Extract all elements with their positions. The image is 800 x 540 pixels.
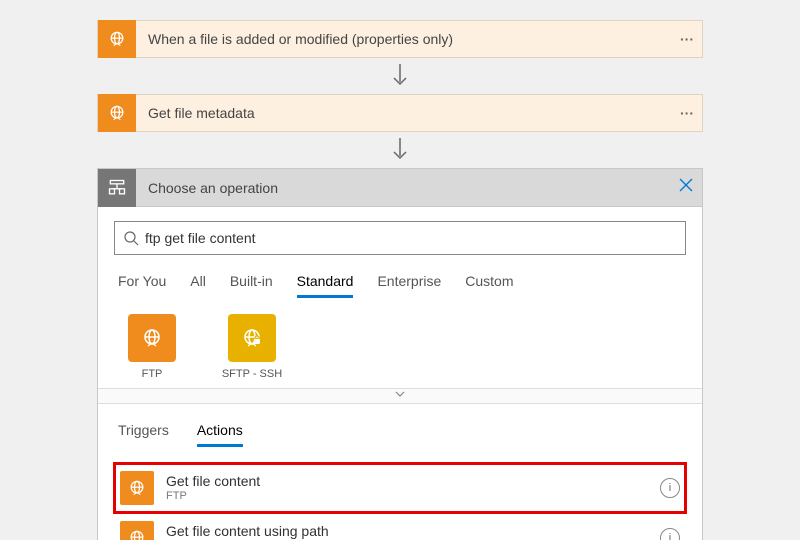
tab-for-you[interactable]: For You [118, 273, 166, 298]
operation-icon [98, 169, 136, 207]
ftp-icon [98, 94, 136, 132]
choose-operation-panel: Choose an operation For You All Built-in St… [97, 168, 703, 540]
step-title: Get file metadata [136, 105, 672, 121]
panel-title: Choose an operation [136, 180, 670, 196]
flow-step-trigger[interactable]: When a file is added or modified (proper… [97, 20, 703, 58]
flow-step-action[interactable]: Get file metadata ··· [97, 94, 703, 132]
search-input[interactable] [139, 230, 677, 246]
connector-sftp[interactable]: SFTP - SSH [218, 314, 286, 380]
close-button[interactable] [670, 178, 702, 197]
tab-built-in[interactable]: Built-in [230, 273, 273, 298]
tab-custom[interactable]: Custom [465, 273, 513, 298]
action-text: Get file contentFTP [154, 473, 660, 503]
subtab-actions[interactable]: Actions [197, 422, 243, 447]
step-title: When a file is added or modified (proper… [136, 31, 672, 47]
action-text: Get file content using pathFTP [154, 523, 660, 540]
ftp-icon [98, 20, 136, 58]
info-icon[interactable]: i [660, 528, 680, 540]
expand-chevron[interactable] [98, 388, 702, 404]
search-icon [123, 230, 139, 246]
connector-ftp[interactable]: FTP [118, 314, 186, 380]
ftp-icon [120, 471, 154, 505]
ftp-icon [128, 314, 176, 362]
subtab-triggers[interactable]: Triggers [118, 422, 169, 447]
tab-standard[interactable]: Standard [297, 273, 354, 298]
sftp-icon [228, 314, 276, 362]
connector-grid: FTP SFTP - SSH [114, 298, 686, 388]
ftp-icon [120, 521, 154, 540]
connector-label: SFTP - SSH [222, 368, 282, 380]
trigger-action-tabs: Triggers Actions [114, 422, 686, 447]
action-get-file-content-using-path[interactable]: Get file content using pathFTPi [114, 513, 686, 540]
info-icon[interactable]: i [660, 478, 680, 498]
action-list: Get file contentFTPiGet file content usi… [114, 463, 686, 540]
arrow-connector [0, 58, 800, 94]
category-tabs: For You All Built-in Standard Enterprise Cust… [114, 273, 686, 298]
connector-label: FTP [142, 368, 163, 380]
action-get-file-content[interactable]: Get file contentFTPi [114, 463, 686, 513]
search-box[interactable] [114, 221, 686, 255]
panel-header: Choose an operation [98, 169, 702, 207]
step-menu-button[interactable]: ··· [672, 31, 702, 47]
arrow-connector [0, 132, 800, 168]
tab-enterprise[interactable]: Enterprise [377, 273, 441, 298]
tab-all[interactable]: All [190, 273, 206, 298]
step-menu-button[interactable]: ··· [672, 105, 702, 121]
